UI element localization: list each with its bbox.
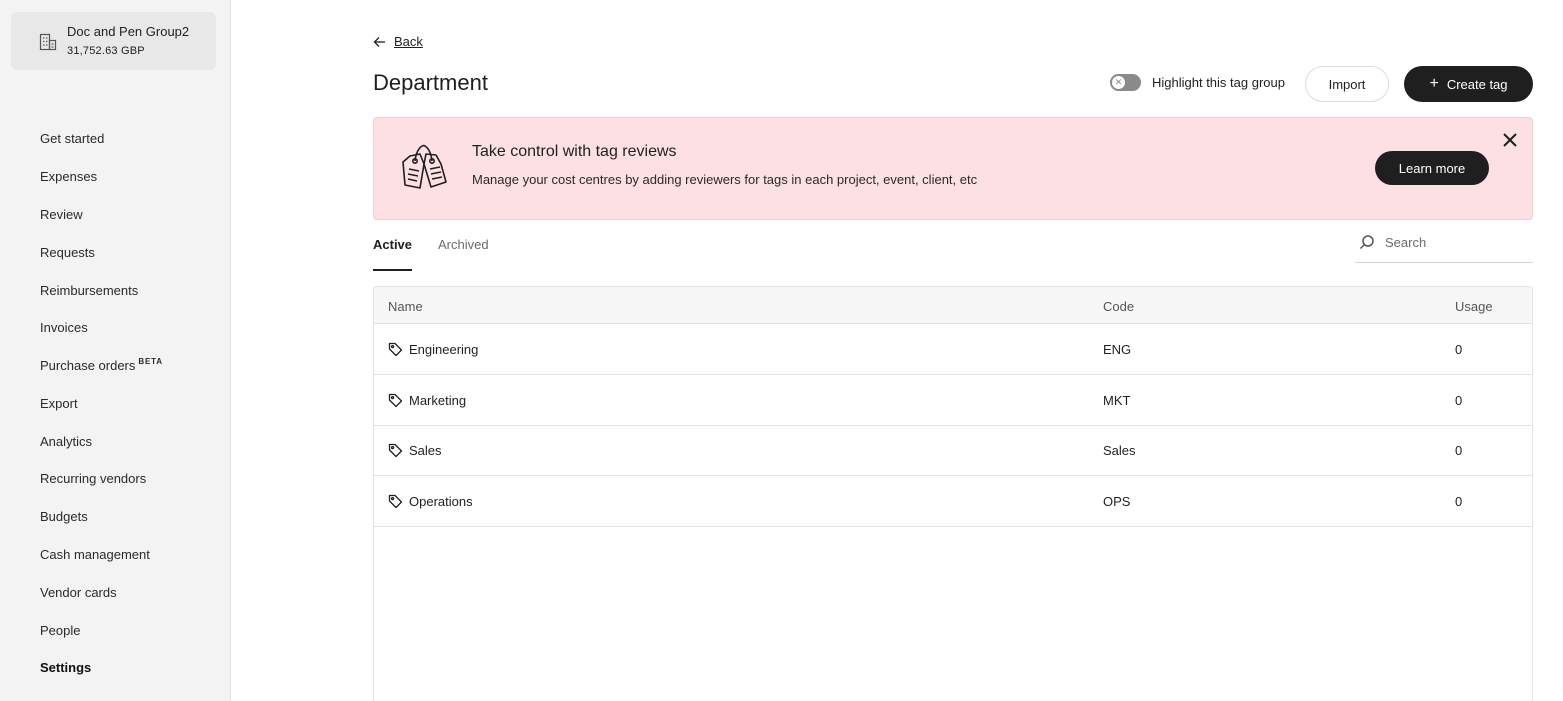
table-row[interactable]: Marketing MKT 0 (374, 375, 1532, 426)
sidebar-item-recurring-vendors[interactable]: Recurring vendors (40, 471, 146, 486)
sidebar-item-expenses[interactable]: Expenses (40, 169, 97, 184)
tag-name: Sales (409, 443, 442, 458)
learn-more-button[interactable]: Learn more (1375, 151, 1489, 185)
tag-icon (388, 443, 403, 458)
tag-reviews-banner: Take control with tag reviews Manage you… (373, 117, 1533, 220)
tag-icon (388, 393, 403, 408)
tag-icon (388, 494, 403, 509)
back-link[interactable]: Back (373, 34, 423, 49)
sidebar-item-review[interactable]: Review (40, 207, 83, 222)
back-label: Back (394, 34, 423, 49)
tab-archived[interactable]: Archived (438, 237, 489, 252)
create-tag-button[interactable]: + Create tag (1404, 66, 1533, 102)
tag-name: Engineering (409, 342, 479, 357)
sidebar: Doc and Pen Group2 31,752.63 GBP Get sta… (0, 0, 231, 701)
tag-name: Operations (409, 494, 473, 509)
company-switcher[interactable]: Doc and Pen Group2 31,752.63 GBP (11, 12, 216, 70)
sidebar-item-reimbursements[interactable]: Reimbursements (40, 283, 138, 298)
tag-code: Sales (1103, 443, 1136, 458)
column-header-name[interactable]: Name (388, 299, 423, 314)
tags-table: Name Code Usage Engineering ENG 0 Market… (373, 286, 1533, 701)
table-row[interactable]: Sales Sales 0 (374, 425, 1532, 476)
plus-icon: + (1429, 75, 1439, 92)
company-balance: 31,752.63 GBP (67, 45, 145, 57)
tag-code: MKT (1103, 393, 1131, 408)
sidebar-item-vendor-cards[interactable]: Vendor cards (40, 585, 117, 600)
toggle-off-icon: ✕ (1112, 76, 1125, 89)
search-box (1355, 229, 1533, 263)
building-icon (39, 33, 57, 51)
column-header-usage[interactable]: Usage (1455, 299, 1493, 314)
banner-title: Take control with tag reviews (472, 143, 677, 160)
tag-usage: 0 (1455, 443, 1463, 458)
banner-description: Manage your cost centres by adding revie… (472, 172, 978, 187)
search-icon (1359, 235, 1374, 250)
beta-badge: BETA (138, 357, 163, 366)
price-tags-illustration (402, 144, 447, 189)
sidebar-item-invoices[interactable]: Invoices (40, 320, 88, 335)
create-tag-label: Create tag (1446, 76, 1508, 92)
column-header-code[interactable]: Code (1103, 299, 1134, 314)
table-row[interactable]: Engineering ENG 0 (374, 324, 1532, 375)
sidebar-item-settings[interactable]: Settings (40, 660, 91, 675)
tag-usage: 0 (1455, 494, 1463, 509)
highlight-toggle-group: ✕ Highlight this tag group (1110, 74, 1285, 91)
active-tab-indicator (373, 269, 412, 271)
sidebar-item-purchase-orders[interactable]: Purchase orders BETA (40, 357, 163, 373)
company-name: Doc and Pen Group2 (67, 24, 190, 39)
highlight-toggle-label: Highlight this tag group (1152, 75, 1285, 90)
tag-code: ENG (1103, 342, 1132, 357)
tag-icon (388, 342, 403, 357)
sidebar-item-analytics[interactable]: Analytics (40, 434, 92, 449)
sidebar-item-export[interactable]: Export (40, 396, 78, 411)
sidebar-item-get-started[interactable]: Get started (40, 131, 104, 146)
arrow-left-icon (373, 36, 385, 47)
sidebar-item-people[interactable]: People (40, 623, 80, 638)
tag-name: Marketing (409, 393, 467, 408)
table-header: Name Code Usage (374, 287, 1532, 324)
sidebar-item-cash-management[interactable]: Cash management (40, 547, 150, 562)
search-input[interactable] (1385, 232, 1525, 252)
import-button[interactable]: Import (1305, 66, 1389, 102)
tag-usage: 0 (1455, 393, 1463, 408)
tag-usage: 0 (1455, 342, 1463, 357)
page-title: Department (373, 70, 488, 95)
close-icon[interactable] (1502, 132, 1518, 148)
sidebar-item-label: Purchase orders (40, 358, 136, 373)
sidebar-item-requests[interactable]: Requests (40, 245, 95, 260)
tab-active[interactable]: Active (373, 237, 412, 252)
sidebar-item-budgets[interactable]: Budgets (40, 509, 88, 524)
table-row[interactable]: Operations OPS 0 (374, 476, 1532, 527)
highlight-toggle[interactable]: ✕ (1110, 74, 1141, 91)
tag-code: OPS (1103, 494, 1131, 509)
